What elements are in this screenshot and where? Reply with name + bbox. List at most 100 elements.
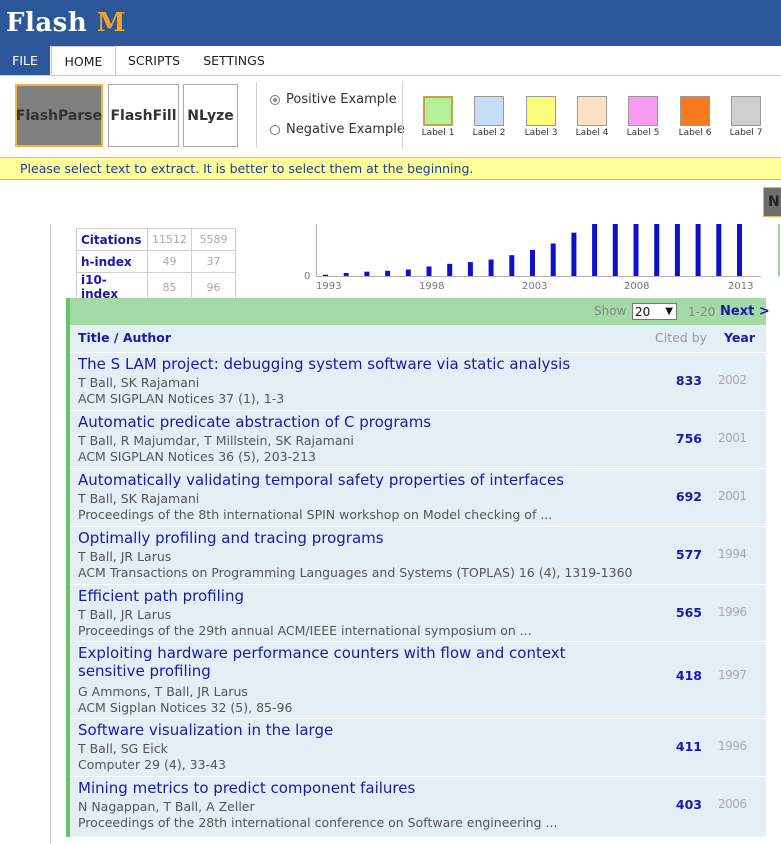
cited-by-link[interactable]: 692 xyxy=(674,489,702,504)
ribbon-divider xyxy=(402,82,403,148)
column-cited-by[interactable]: Cited by xyxy=(655,330,707,345)
chart-bar xyxy=(530,250,535,276)
cited-by-link[interactable]: 577 xyxy=(674,547,702,562)
negative-example-radio[interactable]: Negative Example xyxy=(270,122,405,137)
tab-home[interactable]: HOME xyxy=(51,46,116,75)
citation-stats-table: Citations 11512 5589 h-index 49 37 i10-index… xyxy=(76,228,236,302)
frame-accent xyxy=(778,224,780,276)
chart-bar xyxy=(385,270,391,276)
chart-bar xyxy=(447,263,453,276)
publication-title-link[interactable]: Optimally profiling and tracing programs xyxy=(78,529,608,547)
nlyze-button[interactable]: NLyze xyxy=(183,84,238,147)
chart-bar xyxy=(674,224,680,276)
table-row: Automatic predicate abstraction of C pro… xyxy=(70,410,766,469)
chart-x-tick: 2013 xyxy=(728,281,753,292)
negative-example-label: Negative Example xyxy=(286,122,405,137)
info-message: Please select text to extract. It is bet… xyxy=(0,157,781,180)
table-row: Mining metrics to predict component fail… xyxy=(70,776,766,838)
cited-by-link[interactable]: 565 xyxy=(674,605,702,620)
next-page-link[interactable]: Next > xyxy=(720,304,770,319)
publication-title-link[interactable]: Automatically validating temporal safety… xyxy=(78,471,608,489)
label-swatch-5[interactable] xyxy=(628,96,658,126)
label-swatch-4[interactable] xyxy=(577,96,607,126)
publication-title-link[interactable]: Mining metrics to predict component fail… xyxy=(78,779,608,797)
app-title-main: Flash xyxy=(6,8,97,38)
ribbon-divider xyxy=(256,82,257,148)
publication-authors: T Ball, R Majumdar, T Millstein, SK Raja… xyxy=(78,433,354,448)
stats-row: Citations 11512 5589 xyxy=(76,228,236,251)
publication-title-link[interactable]: The S LAM project: debugging system soft… xyxy=(78,355,608,373)
table-row: Software visualization in the large T Bal… xyxy=(70,718,766,777)
show-label: Show xyxy=(594,304,627,318)
label-swatch-caption: Label 2 xyxy=(472,128,506,138)
chart-bar xyxy=(612,224,618,276)
stat-label: h-index xyxy=(76,250,148,273)
chart-bar xyxy=(633,224,639,276)
label-swatch-caption: Label 5 xyxy=(626,128,660,138)
chart-x-tick: 1998 xyxy=(419,281,444,292)
label-swatch-3[interactable] xyxy=(526,96,556,126)
app-title-accent: M xyxy=(96,8,127,38)
cited-by-link[interactable]: 756 xyxy=(674,431,702,446)
tab-file[interactable]: FILE xyxy=(0,46,50,75)
chart-x-tick: 2003 xyxy=(522,281,547,292)
tab-settings[interactable]: SETTINGS xyxy=(193,46,275,75)
n-button[interactable]: N xyxy=(763,187,781,217)
chart-bar xyxy=(343,272,349,276)
label-swatch-caption: Label 1 xyxy=(421,128,455,138)
table-row: Automatically validating temporal safety… xyxy=(70,468,766,527)
radio-selected-icon xyxy=(270,94,280,105)
chart-y-tick: 0 xyxy=(304,271,310,282)
label-swatch-6[interactable] xyxy=(680,96,710,126)
radio-empty-icon xyxy=(270,124,280,135)
publication-year: 1997 xyxy=(718,668,747,682)
cited-by-link[interactable]: 833 xyxy=(674,373,702,388)
app-title: Flash M xyxy=(6,8,126,38)
publication-year: 1994 xyxy=(718,547,747,561)
show-count-select[interactable]: 20 ▼ xyxy=(632,303,677,320)
label-swatch-caption: Label 7 xyxy=(729,128,763,138)
publication-authors: G Ammons, T Ball, JR Larus xyxy=(78,684,248,699)
chart-bar xyxy=(571,232,577,276)
chart-bar xyxy=(695,224,701,276)
label-swatch-caption: Label 4 xyxy=(575,128,609,138)
publication-venue: ACM Sigplan Notices 32 (5), 85-96 xyxy=(78,700,293,715)
label-swatch-caption: Label 6 xyxy=(678,128,712,138)
ribbon-tabs: FILE HOME SCRIPTS SETTINGS xyxy=(0,46,781,76)
publication-venue: Computer 29 (4), 33-43 xyxy=(78,757,226,772)
label-swatch-caption: Label 3 xyxy=(524,128,558,138)
publication-year: 2002 xyxy=(718,373,747,387)
column-title-author[interactable]: Title / Author xyxy=(78,330,171,345)
label-swatch-7[interactable] xyxy=(731,96,761,126)
table-row: Exploiting hardware performance counters… xyxy=(70,641,766,719)
cited-by-link[interactable]: 418 xyxy=(674,668,702,683)
publication-venue: ACM SIGPLAN Notices 37 (1), 1-3 xyxy=(78,391,285,406)
stats-row: h-index 49 37 xyxy=(76,250,236,273)
citations-bar-chart: 1993 1998 2003 2008 2013 0 xyxy=(304,224,753,292)
flashparse-button[interactable]: FlashParse xyxy=(15,84,103,147)
positive-example-label: Positive Example xyxy=(286,92,397,107)
table-row: Optimally profiling and tracing programs… xyxy=(70,526,766,585)
label-swatch-1[interactable] xyxy=(423,96,453,126)
publication-title-link[interactable]: Automatic predicate abstraction of C pro… xyxy=(78,413,608,431)
publication-title-link[interactable]: Software visualization in the large xyxy=(78,721,608,739)
chart-bar xyxy=(737,224,742,276)
tab-scripts[interactable]: SCRIPTS xyxy=(117,46,191,75)
publication-year: 2001 xyxy=(718,489,747,503)
publication-venue: Proceedings of the 8th international SPI… xyxy=(78,507,553,522)
show-count-value: 20 xyxy=(635,305,651,319)
publication-authors: T Ball, JR Larus xyxy=(78,607,172,622)
positive-example-radio[interactable]: Positive Example xyxy=(270,92,397,107)
label-swatch-2[interactable] xyxy=(474,96,504,126)
cited-by-link[interactable]: 403 xyxy=(674,797,702,812)
chart-x-tick: 2008 xyxy=(624,281,649,292)
cited-by-link[interactable]: 411 xyxy=(674,739,702,754)
column-year[interactable]: Year xyxy=(724,330,755,345)
table-row: Efficient path profiling T Ball, JR Larus… xyxy=(70,584,766,642)
chart-bar xyxy=(323,274,328,276)
publication-title-link[interactable]: Exploiting hardware performance counters… xyxy=(78,644,608,680)
flashfill-button[interactable]: FlashFill xyxy=(108,84,179,147)
publication-authors: N Nagappan, T Ball, A Zeller xyxy=(78,799,255,814)
stat-since: 37 xyxy=(191,250,236,273)
publication-title-link[interactable]: Efficient path profiling xyxy=(78,587,608,605)
